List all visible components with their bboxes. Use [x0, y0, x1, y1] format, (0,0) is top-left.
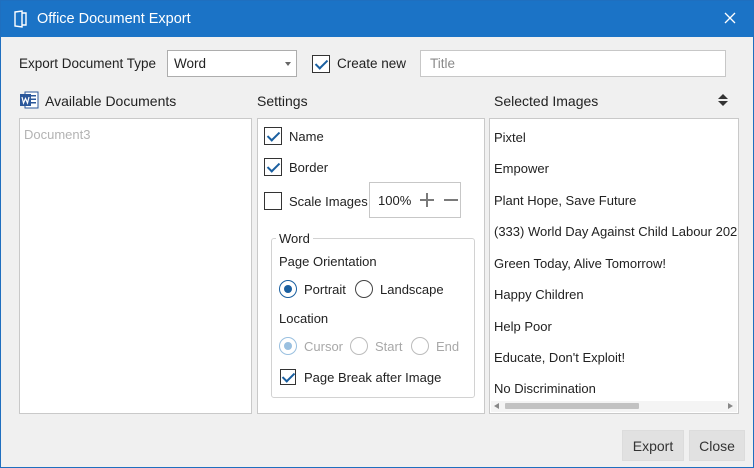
- name-label: Name: [289, 129, 324, 144]
- settings-panel: Name Border Scale Images 100% Word Page …: [257, 118, 485, 414]
- available-documents-header: Available Documents: [45, 93, 177, 109]
- selected-images-list[interactable]: Pixtel Empower Plant Hope, Save Future (…: [489, 118, 739, 414]
- page-break-label: Page Break after Image: [304, 370, 442, 385]
- border-label: Border: [289, 160, 329, 175]
- word-icon: [20, 91, 39, 109]
- plus-icon[interactable]: [420, 193, 434, 207]
- list-item[interactable]: Pixtel: [494, 130, 526, 145]
- selected-images-header: Selected Images: [494, 93, 599, 109]
- cursor-label: Cursor: [304, 339, 344, 354]
- page-orientation-label: Page Orientation: [279, 254, 377, 269]
- list-item[interactable]: No Discrimination: [494, 381, 596, 396]
- scrollbar-thumb[interactable]: [505, 403, 639, 409]
- export-type-value: Word: [174, 56, 207, 71]
- start-label: Start: [375, 339, 403, 354]
- sort-icon[interactable]: [717, 93, 729, 107]
- settings-header: Settings: [257, 93, 308, 109]
- end-label: End: [436, 339, 460, 354]
- start-radio[interactable]: [350, 337, 368, 355]
- chevron-down-icon: [285, 62, 291, 66]
- title-input[interactable]: [420, 50, 726, 77]
- page-break-checkbox[interactable]: [280, 369, 296, 385]
- word-group-legend: Word: [276, 231, 313, 246]
- word-options-group: Word Page Orientation Portrait Landscape…: [271, 231, 475, 398]
- list-item[interactable]: Plant Hope, Save Future: [494, 193, 636, 208]
- list-item[interactable]: Green Today, Alive Tomorrow!: [494, 256, 666, 271]
- scroll-right-icon[interactable]: [728, 403, 733, 409]
- list-item[interactable]: (333) World Day Against Child Labour 202…: [494, 224, 738, 239]
- list-item[interactable]: Educate, Don't Exploit!: [494, 350, 625, 365]
- landscape-radio[interactable]: [355, 280, 373, 298]
- end-radio[interactable]: [411, 337, 429, 355]
- scale-images-label: Scale Images: [289, 194, 368, 209]
- scale-value: 100%: [378, 193, 412, 208]
- scroll-left-icon[interactable]: [494, 403, 499, 409]
- location-label: Location: [279, 311, 329, 326]
- scale-images-checkbox[interactable]: [264, 192, 282, 210]
- list-item[interactable]: Help Poor: [494, 319, 552, 334]
- border-checkbox[interactable]: [264, 158, 282, 176]
- cursor-radio[interactable]: [279, 337, 297, 355]
- list-item[interactable]: Empower: [494, 161, 549, 176]
- export-type-select[interactable]: Word: [167, 50, 297, 77]
- landscape-label: Landscape: [380, 282, 444, 297]
- export-type-label: Export Document Type: [19, 56, 157, 71]
- scale-stepper[interactable]: 100%: [369, 182, 461, 218]
- close-button[interactable]: Close: [689, 430, 745, 461]
- list-item[interactable]: Document3: [24, 127, 90, 142]
- list-item[interactable]: Happy Children: [494, 287, 584, 302]
- available-documents-list[interactable]: Document3: [19, 118, 252, 414]
- title-bar: Office Document Export: [1, 1, 753, 37]
- window-title: Office Document Export: [37, 11, 191, 27]
- portrait-label: Portrait: [304, 282, 346, 297]
- create-new-checkbox[interactable]: [312, 55, 330, 73]
- export-dialog: Office Document Export Export Document T…: [0, 0, 754, 468]
- horizontal-scrollbar[interactable]: [491, 401, 737, 412]
- minus-icon[interactable]: [444, 193, 458, 207]
- document-icon: [14, 10, 27, 28]
- close-icon[interactable]: [721, 9, 739, 27]
- create-new-label: Create new: [337, 56, 407, 71]
- export-button[interactable]: Export: [622, 430, 684, 461]
- portrait-radio[interactable]: [279, 280, 297, 298]
- name-checkbox[interactable]: [264, 127, 282, 145]
